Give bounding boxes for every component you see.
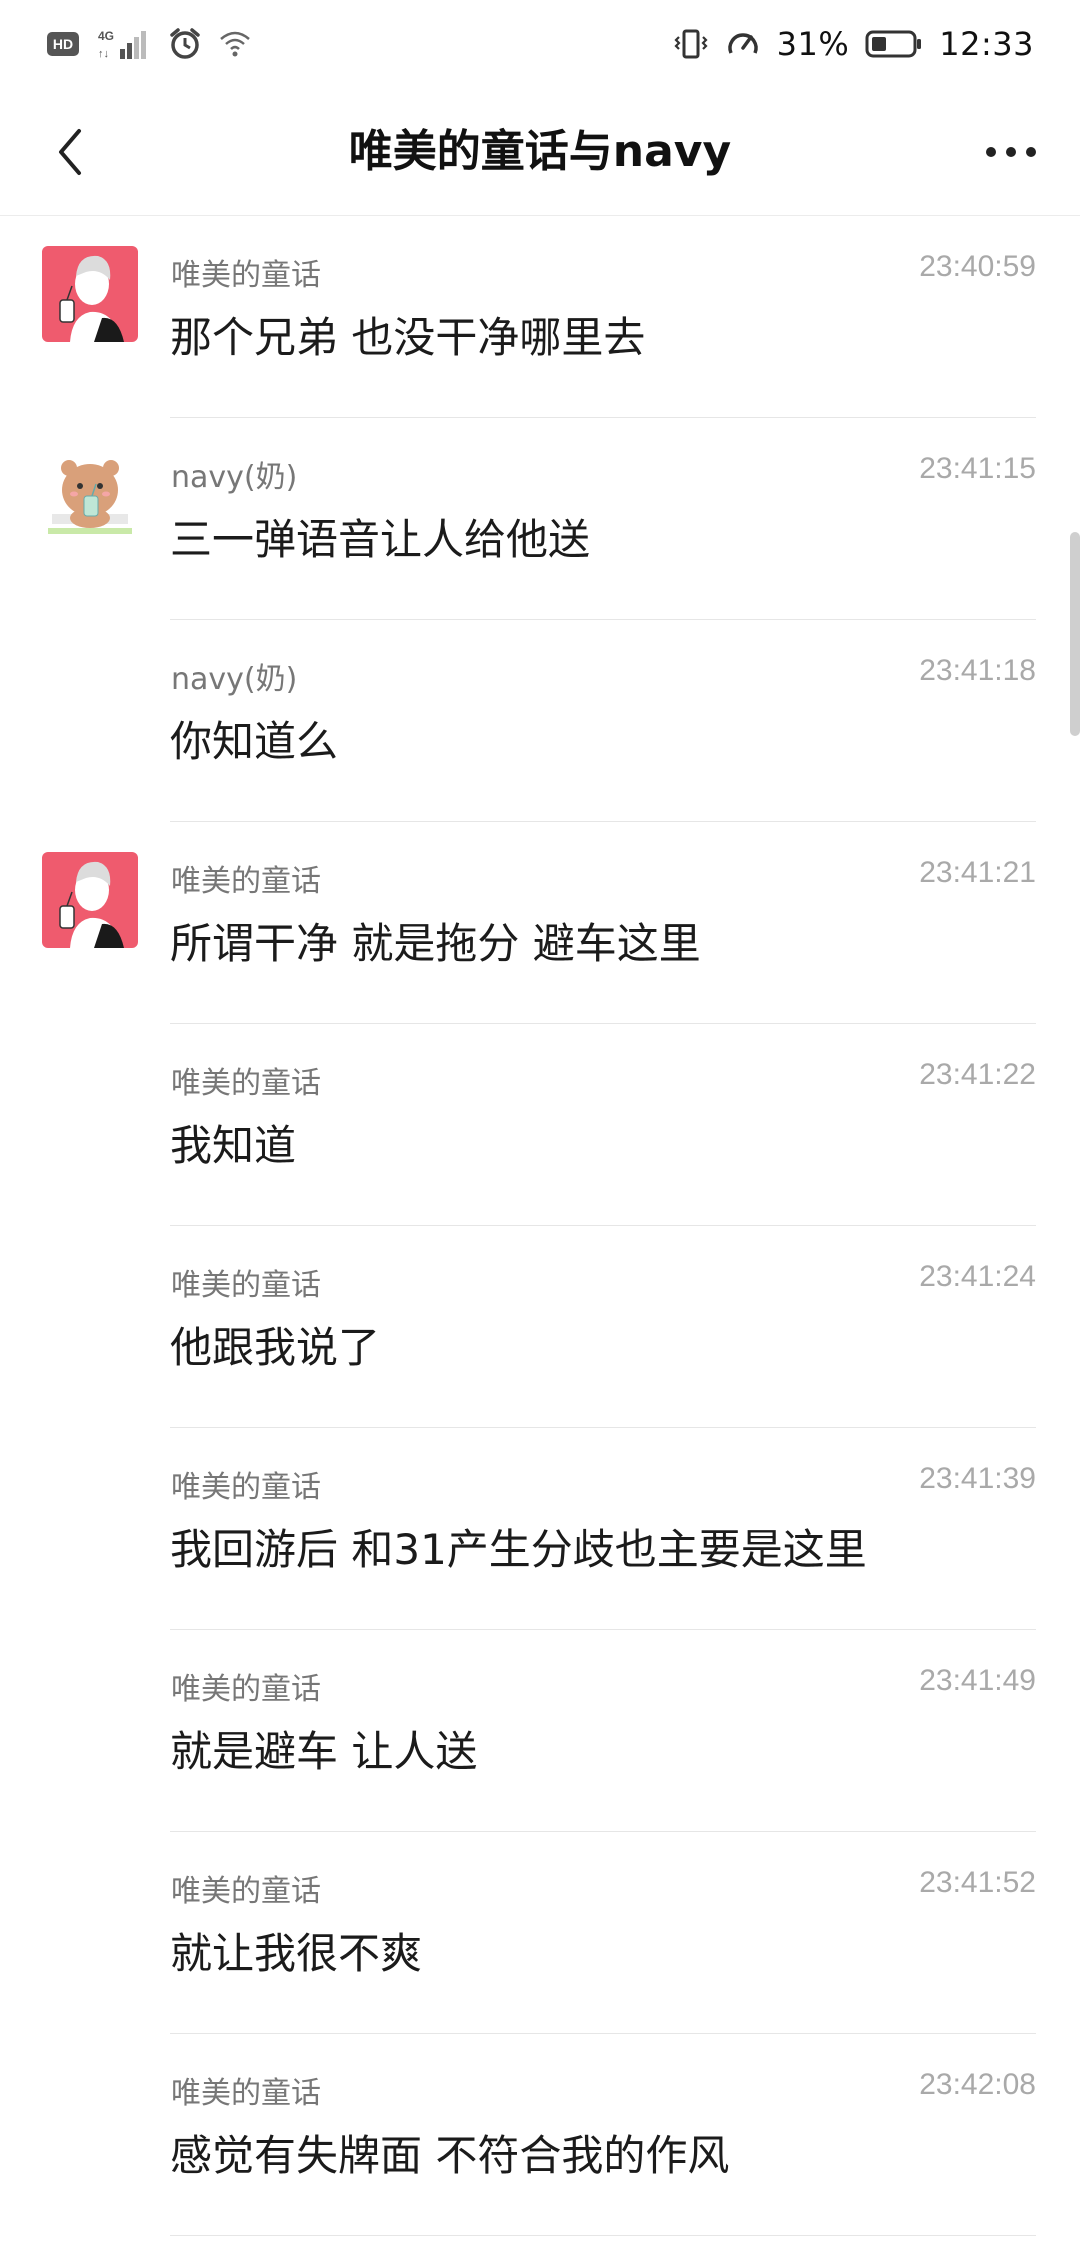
message-text: 我知道 bbox=[170, 1121, 297, 1170]
message-item[interactable]: 唯美的童话 23:41:39 我回游后 和31产生分歧也主要是这里 bbox=[0, 1428, 1080, 1630]
message-time: 23:42:08 bbox=[919, 2068, 1036, 2101]
chat-header: 唯美的童话与navy bbox=[0, 88, 1080, 216]
scrollbar[interactable] bbox=[1070, 532, 1080, 736]
hd-icon: HD bbox=[46, 31, 80, 57]
message-sender: 唯美的童话 bbox=[171, 1066, 321, 1101]
clock: 12:33 bbox=[939, 25, 1034, 63]
message-text: 所谓干净 就是拖分 避车这里 bbox=[170, 919, 701, 968]
avatar[interactable] bbox=[42, 852, 138, 948]
more-options-button[interactable] bbox=[966, 112, 1056, 192]
battery-percent: 31% bbox=[776, 25, 850, 63]
divider bbox=[170, 2235, 1036, 2236]
message-item[interactable]: navy(奶) 23:41:18 你知道么 bbox=[0, 620, 1080, 822]
message-text: 感觉有失牌面 不符合我的作风 bbox=[170, 2131, 730, 2180]
message-text: 他跟我说了 bbox=[170, 1323, 381, 1372]
alarm-icon bbox=[168, 27, 202, 61]
message-time: 23:41:21 bbox=[919, 856, 1036, 889]
message-time: 23:41:39 bbox=[919, 1462, 1036, 1495]
svg-text:4G: 4G bbox=[98, 29, 114, 43]
message-text: 我回游后 和31产生分歧也主要是这里 bbox=[170, 1525, 867, 1574]
message-item[interactable]: 唯美的童话 23:40:59 那个兄弟 也没干净哪里去 bbox=[0, 216, 1080, 418]
status-right: 31% 12:33 bbox=[673, 25, 1034, 63]
message-time: 23:41:24 bbox=[919, 1260, 1036, 1293]
message-text: 就让我很不爽 bbox=[170, 1929, 423, 1978]
avatar[interactable] bbox=[42, 448, 138, 544]
status-left: HD 4G ↑↓ bbox=[46, 27, 252, 61]
message-text: 就是避车 让人送 bbox=[170, 1727, 478, 1776]
message-item[interactable]: 唯美的童话 23:42:08 感觉有失牌面 不符合我的作风 bbox=[0, 2034, 1080, 2236]
message-sender: navy(奶) bbox=[171, 662, 298, 697]
message-sender: 唯美的童话 bbox=[171, 2076, 321, 2111]
status-bar: HD 4G ↑↓ 31% 12:33 bbox=[0, 0, 1080, 88]
vibrate-icon bbox=[673, 26, 709, 62]
message-item[interactable]: 唯美的童话 23:41:52 就让我很不爽 bbox=[0, 1832, 1080, 2034]
avatar[interactable] bbox=[42, 246, 138, 342]
message-sender: 唯美的童话 bbox=[171, 258, 321, 293]
message-text: 那个兄弟 也没干净哪里去 bbox=[170, 313, 646, 362]
battery-icon bbox=[865, 29, 923, 59]
wifi-icon bbox=[218, 29, 252, 59]
speedometer-icon bbox=[725, 26, 761, 62]
message-item[interactable]: 唯美的童话 23:41:49 就是避车 让人送 bbox=[0, 1630, 1080, 1832]
message-sender: 唯美的童话 bbox=[171, 1874, 321, 1909]
message-sender: 唯美的童话 bbox=[171, 1470, 321, 1505]
message-time: 23:41:52 bbox=[919, 1866, 1036, 1899]
message-list[interactable]: 唯美的童话 23:40:59 那个兄弟 也没干净哪里去 navy(奶) 23:4… bbox=[0, 216, 1080, 2236]
message-item[interactable]: navy(奶) 23:41:15 三一弹语音让人给他送 bbox=[0, 418, 1080, 620]
signal-4g-icon: 4G ↑↓ bbox=[96, 27, 152, 61]
message-time: 23:41:15 bbox=[919, 452, 1036, 485]
message-sender: 唯美的童话 bbox=[171, 864, 321, 899]
page-title: 唯美的童话与navy bbox=[348, 126, 732, 177]
more-dots-icon bbox=[985, 146, 1037, 158]
message-item[interactable]: 唯美的童话 23:41:21 所谓干净 就是拖分 避车这里 bbox=[0, 822, 1080, 1024]
message-sender: navy(奶) bbox=[171, 460, 298, 495]
message-sender: 唯美的童话 bbox=[171, 1672, 321, 1707]
svg-text:↑↓: ↑↓ bbox=[98, 48, 109, 60]
message-time: 23:41:22 bbox=[919, 1058, 1036, 1091]
message-item[interactable]: 唯美的童话 23:41:22 我知道 bbox=[0, 1024, 1080, 1226]
message-time: 23:41:49 bbox=[919, 1664, 1036, 1697]
message-item[interactable]: 唯美的童话 23:41:24 他跟我说了 bbox=[0, 1226, 1080, 1428]
svg-text:HD: HD bbox=[53, 36, 73, 52]
message-time: 23:41:18 bbox=[919, 654, 1036, 687]
message-text: 你知道么 bbox=[170, 717, 339, 766]
message-time: 23:40:59 bbox=[919, 250, 1036, 283]
message-sender: 唯美的童话 bbox=[171, 1268, 321, 1303]
message-text: 三一弹语音让人给他送 bbox=[170, 515, 591, 564]
